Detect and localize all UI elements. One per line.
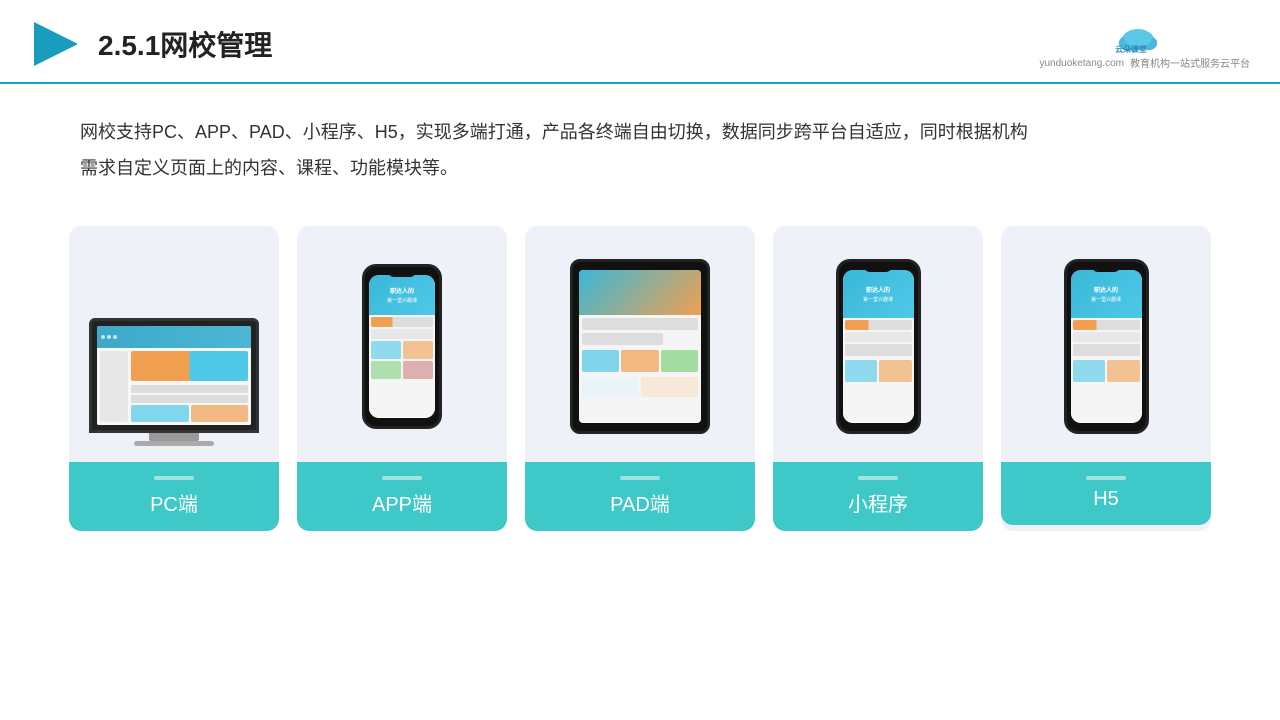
card-h5: 职达人的 第一堂兴趣课	[1001, 226, 1211, 531]
pad-image	[570, 246, 710, 446]
cards-container: PC端 职达人的 第一堂兴趣课	[0, 196, 1280, 551]
page-title: 2.5.1网校管理	[98, 24, 272, 64]
play-icon	[30, 18, 82, 70]
header: 2.5.1网校管理 云朵课堂 yunduoketang.com 教育机构一站式服…	[0, 0, 1280, 84]
card-label-pc: PC端	[69, 462, 279, 531]
logo-icon: 云朵课堂	[1110, 19, 1180, 55]
logo-url: yunduoketang.com	[1039, 58, 1124, 69]
svg-text:云朵课堂: 云朵课堂	[1115, 43, 1147, 53]
pc-mockup	[89, 318, 259, 446]
header-left: 2.5.1网校管理	[30, 18, 272, 70]
card-app: 职达人的 第一堂兴趣课	[297, 226, 507, 531]
description-text: 网校支持PC、APP、PAD、小程序、H5，实现多端打通，产品各终端自由切换，数…	[0, 84, 1280, 196]
card-pc: PC端	[69, 226, 279, 531]
h5-image: 职达人的 第一堂兴趣课	[1064, 246, 1149, 446]
app-image: 职达人的 第一堂兴趣课	[362, 246, 442, 446]
phone-mockup-app: 职达人的 第一堂兴趣课	[362, 264, 442, 429]
card-label-app: APP端	[297, 462, 507, 531]
miniapp-image: 职达人的 第一堂兴趣课	[836, 246, 921, 446]
card-label-pad: PAD端	[525, 462, 755, 531]
logo-area: 云朵课堂 yunduoketang.com 教育机构一站式服务云平台	[1039, 19, 1250, 70]
phone-mockup-h5: 职达人的 第一堂兴趣课	[1064, 259, 1149, 434]
desc-content: 网校支持PC、APP、PAD、小程序、H5，实现多端打通，产品各终端自由切换，数…	[80, 122, 1028, 142]
card-label-miniapp: 小程序	[773, 462, 983, 531]
pc-screen	[89, 318, 259, 433]
pc-image	[89, 246, 259, 446]
card-pad: PAD端	[525, 226, 755, 531]
card-label-h5: H5	[1001, 462, 1211, 525]
logo-tagline: 教育机构一站式服务云平台	[1130, 55, 1250, 70]
phone-mockup-miniapp: 职达人的 第一堂兴趣课	[836, 259, 921, 434]
card-miniapp: 职达人的 第一堂兴趣课	[773, 226, 983, 531]
desc-content-2: 需求自定义页面上的内容、课程、功能模块等。	[80, 158, 458, 178]
pad-mockup	[570, 259, 710, 434]
